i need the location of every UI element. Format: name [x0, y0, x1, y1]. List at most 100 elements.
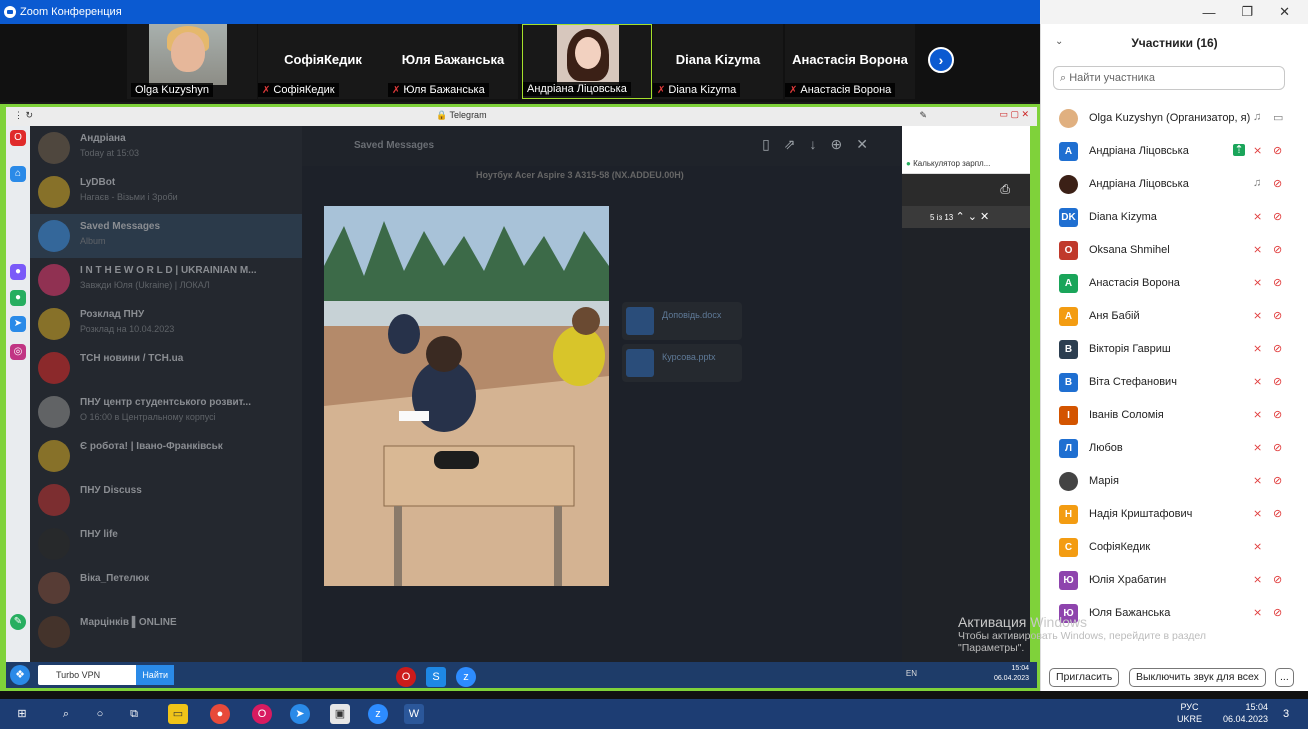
chat-list-item[interactable]: Андріана Today at 15:03 — [30, 126, 302, 170]
participant-row[interactable]: A Аня Бабій ⨯ ⊘ — [1041, 300, 1308, 333]
video-off-icon[interactable]: ⊘ — [1273, 441, 1282, 454]
chat-subtitle: О 16:00 в Центральному корпусі — [80, 412, 216, 422]
chat-list-item[interactable]: LyDBot Нагаєв - Візьми і Зроби — [30, 170, 302, 214]
avatar: Н — [1059, 505, 1078, 524]
mic-off-icon[interactable]: ⨯ — [1253, 276, 1262, 289]
mic-icon[interactable]: ♫ — [1253, 111, 1261, 123]
windows-start-icon[interactable]: ⊞ — [12, 704, 32, 724]
video-tile-andriana[interactable]: Андріана Ліцовська — [522, 24, 652, 99]
participant-row[interactable]: С СофіяКедик ⨯ — [1041, 531, 1308, 564]
file-explorer-icon[interactable]: ▭ — [168, 704, 188, 724]
cortana-icon[interactable]: ○ — [90, 704, 110, 724]
mic-off-icon[interactable]: ⨯ — [1253, 342, 1262, 355]
mic-off-icon[interactable]: ⨯ — [1253, 309, 1262, 322]
mic-off-icon[interactable]: ⨯ — [1253, 375, 1262, 388]
video-off-icon[interactable]: ⊘ — [1273, 573, 1282, 586]
participant-row[interactable]: В Віта Стефанович ⨯ ⊘ — [1041, 366, 1308, 399]
video-off-icon[interactable]: ⊘ — [1273, 507, 1282, 520]
invite-button[interactable]: Пригласить — [1049, 668, 1120, 687]
file-name: Курсова.pptx — [662, 352, 716, 362]
video-thumbnail-strip: Olga Kuzyshyn СофіяКедик ✗ СофіяКедик Юля… — [0, 24, 1040, 102]
video-tile-olga[interactable]: Olga Kuzyshyn — [127, 24, 257, 99]
video-off-icon[interactable]: ⊘ — [1273, 408, 1282, 421]
mic-icon[interactable]: ♫ — [1253, 177, 1261, 189]
bookmark-link[interactable]: ● Калькулятор зарпл... — [902, 154, 1030, 174]
instagram-icon: ◎ — [10, 344, 26, 360]
video-off-icon[interactable]: ⊘ — [1273, 177, 1282, 190]
mic-off-icon[interactable]: ⨯ — [1253, 441, 1262, 454]
video-off-icon[interactable]: ⊘ — [1273, 309, 1282, 322]
video-tile-yulia[interactable]: Юля Бажанська ✗ Юля Бажанська — [388, 24, 518, 99]
mic-off-icon[interactable]: ⨯ — [1253, 210, 1262, 223]
video-tile-anastasia[interactable]: Анастасія Ворона ✗ Анастасія Ворона — [785, 24, 915, 99]
mic-off-icon[interactable]: ⨯ — [1253, 474, 1262, 487]
participant-row[interactable]: DK Diana Kizyma ⨯ ⊘ — [1041, 201, 1308, 234]
chat-list-item[interactable]: Saved Messages Album — [30, 214, 302, 258]
telegram-icon[interactable]: ➤ — [290, 704, 310, 724]
opera-icon[interactable]: O — [252, 704, 272, 724]
video-tile-sofia[interactable]: СофіяКедик ✗ СофіяКедик — [258, 24, 388, 99]
video-icon[interactable]: ▭ — [1273, 111, 1283, 124]
chat-list-item[interactable]: ПНУ life — [30, 522, 302, 566]
participant-name: Аня Бабій — [1089, 310, 1140, 322]
search-icon[interactable]: ⌕ — [56, 704, 76, 724]
participant-row[interactable]: A Анастасія Ворона ⨯ ⊘ — [1041, 267, 1308, 300]
search-button[interactable]: Найти — [136, 665, 174, 685]
participant-row[interactable]: Андріана Ліцовська ♫ ⊘ — [1041, 168, 1308, 201]
tile-label-text: СофіяКедик — [273, 84, 335, 96]
participant-row[interactable]: Ю Юлія Храбатин ⨯ ⊘ — [1041, 564, 1308, 597]
close-button[interactable]: ✕ — [1279, 4, 1290, 20]
chat-avatar — [38, 308, 70, 340]
maximize-button[interactable]: ❐ — [1241, 4, 1253, 20]
mic-off-icon[interactable]: ⨯ — [1253, 243, 1262, 256]
chat-list-item[interactable]: Віка_Петелюк — [30, 566, 302, 610]
clock-date: 06.04.2023 — [993, 675, 1029, 682]
participant-row[interactable]: A Андріана Ліцовська ⇡ ⨯ ⊘ — [1041, 135, 1308, 168]
mic-off-icon[interactable]: ⨯ — [1253, 573, 1262, 586]
participant-row[interactable]: Л Любов ⨯ ⊘ — [1041, 432, 1308, 465]
participant-row[interactable]: Olga Kuzyshyn (Организатор, я) ♫ ▭ — [1041, 102, 1308, 135]
search-nav-icons[interactable]: ⌃ ⌄ ✕ — [955, 211, 989, 223]
mute-all-button[interactable]: Выключить звук для всех — [1129, 668, 1266, 687]
task-view-icon[interactable]: ⧉ — [124, 704, 144, 724]
mic-off-icon[interactable]: ⨯ — [1253, 144, 1262, 157]
participant-row[interactable]: Н Надія Криштафович ⨯ ⊘ — [1041, 498, 1308, 531]
video-off-icon[interactable]: ⊘ — [1273, 276, 1282, 289]
search-placeholder: Найти участника — [1069, 72, 1155, 84]
chat-avatar — [38, 220, 70, 252]
participant-row[interactable]: В Вікторія Гавриш ⨯ ⊘ — [1041, 333, 1308, 366]
chat-list-item[interactable]: ПНУ Discuss — [30, 478, 302, 522]
participant-search-input[interactable]: ⌕ Найти участника — [1053, 66, 1285, 90]
video-tile-diana[interactable]: Diana Kizyma ✗ Diana Kizyma — [653, 24, 783, 99]
chat-list-item[interactable]: Розклад ПНУ Розклад на 10.04.2023 — [30, 302, 302, 346]
participant-row[interactable]: Марія ⨯ ⊘ — [1041, 465, 1308, 498]
print-icon[interactable]: ⎙ — [1000, 182, 1010, 197]
video-off-icon[interactable]: ⊘ — [1273, 210, 1282, 223]
mic-off-icon[interactable]: ⨯ — [1253, 507, 1262, 520]
video-off-icon[interactable]: ⊘ — [1273, 243, 1282, 256]
video-off-icon[interactable]: ⊘ — [1273, 144, 1282, 157]
more-button[interactable]: ... — [1275, 668, 1294, 687]
chat-list-item[interactable]: ТСН новини / TCH.ua — [30, 346, 302, 390]
chat-list-item[interactable]: ПНУ центр студентського розвит... О 16:00… — [30, 390, 302, 434]
video-off-icon[interactable]: ⊘ — [1273, 474, 1282, 487]
minimize-button[interactable]: — — [1202, 5, 1215, 20]
participant-row[interactable]: І Іванів Соломія ⨯ ⊘ — [1041, 399, 1308, 432]
chrome-icon[interactable]: ● — [210, 704, 230, 724]
chat-list-item[interactable]: Марцінків ▌ONLINE — [30, 610, 302, 654]
mic-off-icon[interactable]: ⨯ — [1253, 540, 1262, 553]
video-off-icon[interactable]: ⊘ — [1273, 606, 1282, 619]
video-off-icon[interactable]: ⊘ — [1273, 342, 1282, 355]
chat-list-item[interactable]: I N T H E W O R L D | UKRAINIAN M... Завж… — [30, 258, 302, 302]
watermark-title: Активация Windows — [958, 614, 1088, 630]
zoom-app-icon[interactable]: z — [368, 704, 388, 724]
notification-icon[interactable]: 3 — [1276, 704, 1296, 724]
participant-row[interactable]: O Oksana Shmihel ⨯ ⊘ — [1041, 234, 1308, 267]
chat-list-item[interactable]: Є робота! | Івано-Франківськ — [30, 434, 302, 478]
video-off-icon[interactable]: ⊘ — [1273, 375, 1282, 388]
mic-off-icon[interactable]: ⨯ — [1253, 408, 1262, 421]
language-indicator[interactable]: РУС UKRE — [1177, 701, 1202, 725]
word-icon[interactable]: W — [404, 704, 424, 724]
save-app-icon[interactable]: ▣ — [330, 704, 350, 724]
chevron-right-icon[interactable]: › — [928, 47, 954, 73]
